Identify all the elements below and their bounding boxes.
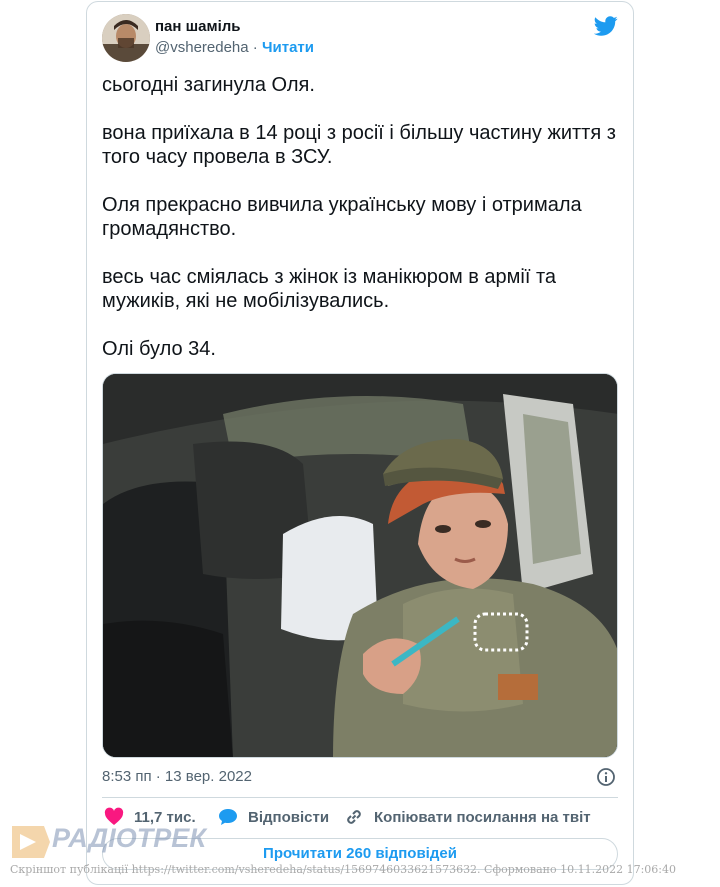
watermark-logo-text: РАДІОТРЕК	[52, 823, 206, 853]
tweet-text: сьогодні загинула Оля. вона приїхала в 1…	[102, 74, 616, 360]
copy-link-label: Копіювати посилання на твіт	[374, 808, 591, 826]
handle-row: @vsheredeha · Читати	[155, 39, 314, 56]
copy-link-button[interactable]: Копіювати посилання на твіт	[344, 807, 591, 827]
tweet-photo[interactable]	[102, 373, 618, 758]
speech-bubble-icon	[219, 809, 237, 825]
tweet-timestamp[interactable]: 8:53 пп · 13 вер. 2022	[102, 768, 252, 785]
author-name[interactable]: пан шаміль	[155, 18, 241, 35]
reply-button[interactable]: Відповісти	[218, 807, 329, 827]
reply-label: Відповісти	[248, 808, 330, 826]
avatar[interactable]	[102, 14, 150, 62]
info-icon[interactable]	[596, 767, 616, 787]
divider	[102, 797, 618, 798]
separator-dot: ·	[252, 39, 258, 56]
author-handle[interactable]: @vsheredeha	[155, 39, 249, 56]
screenshot-caption: Скріншот публікації https://twitter.com/…	[10, 863, 677, 876]
follow-button[interactable]: Читати	[262, 39, 314, 56]
link-icon	[347, 810, 361, 824]
twitter-bird-icon[interactable]	[594, 14, 618, 38]
